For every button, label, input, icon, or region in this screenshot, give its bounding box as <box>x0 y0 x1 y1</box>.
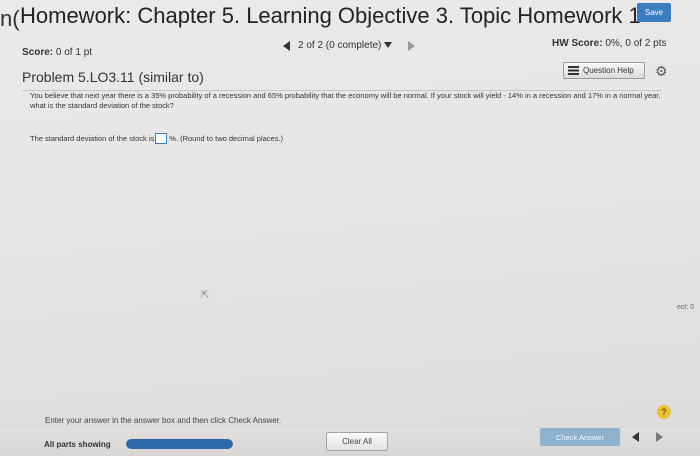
hw-score: HW Score: 0%, 0 of 2 pts <box>552 38 667 49</box>
hw-score-label: HW Score: <box>552 38 603 49</box>
next-question-icon[interactable] <box>408 40 416 51</box>
all-parts-label: All parts showing <box>44 440 111 449</box>
check-answer-button[interactable]: Check Answer <box>540 428 620 446</box>
answer-input[interactable] <box>155 133 168 144</box>
instruction-text: Enter your answer in the answer box and … <box>45 416 282 425</box>
previous-question-icon[interactable] <box>283 40 290 51</box>
question-selector[interactable]: 2 of 2 (0 complete) <box>298 40 393 51</box>
clear-all-button[interactable]: Clear All <box>326 432 388 451</box>
next-arrow-icon[interactable] <box>656 432 663 442</box>
question-position: 2 of 2 (0 complete) <box>298 40 382 51</box>
question-text: You believe that next year there is a 35… <box>30 91 661 110</box>
question-help-button[interactable]: Question Help <box>563 62 645 79</box>
progress-fill <box>126 439 233 449</box>
chevron-down-icon <box>384 42 393 49</box>
question-icon[interactable]: ? <box>657 405 671 419</box>
previous-arrow-icon[interactable] <box>632 432 639 442</box>
left-cut-text: n( <box>0 6 20 31</box>
gear-icon[interactable]: ⚙ <box>655 63 668 80</box>
side-cut-text: ect: 0 <box>677 304 695 311</box>
answer-suffix: %. (Round to two decimal places.) <box>169 134 284 143</box>
hw-score-value: 0%, 0 of 2 pts <box>605 38 667 49</box>
parts-progress-bar <box>126 439 233 449</box>
score-text: Score: 0 of 1 pt <box>22 47 92 58</box>
cursor-icon: ⇱ <box>201 290 210 301</box>
answer-prefix: The standard deviation of the stock is <box>30 134 155 143</box>
question-help-label: Question Help <box>583 66 634 75</box>
answer-prompt: The standard deviation of the stock is %… <box>30 133 283 144</box>
save-button[interactable]: Save <box>637 3 671 22</box>
page-title: Homework: Chapter 5. Learning Objective … <box>20 3 641 28</box>
question-navigator: 2 of 2 (0 complete) <box>283 40 416 51</box>
score-value: 0 of 1 pt <box>55 47 93 58</box>
homework-window: n( Homework: Chapter 5. Learning Objecti… <box>0 0 700 456</box>
problem-title: Problem 5.LO3.11 (similar to) <box>22 69 204 85</box>
score-label: Score: <box>22 47 54 58</box>
list-icon <box>568 66 579 75</box>
